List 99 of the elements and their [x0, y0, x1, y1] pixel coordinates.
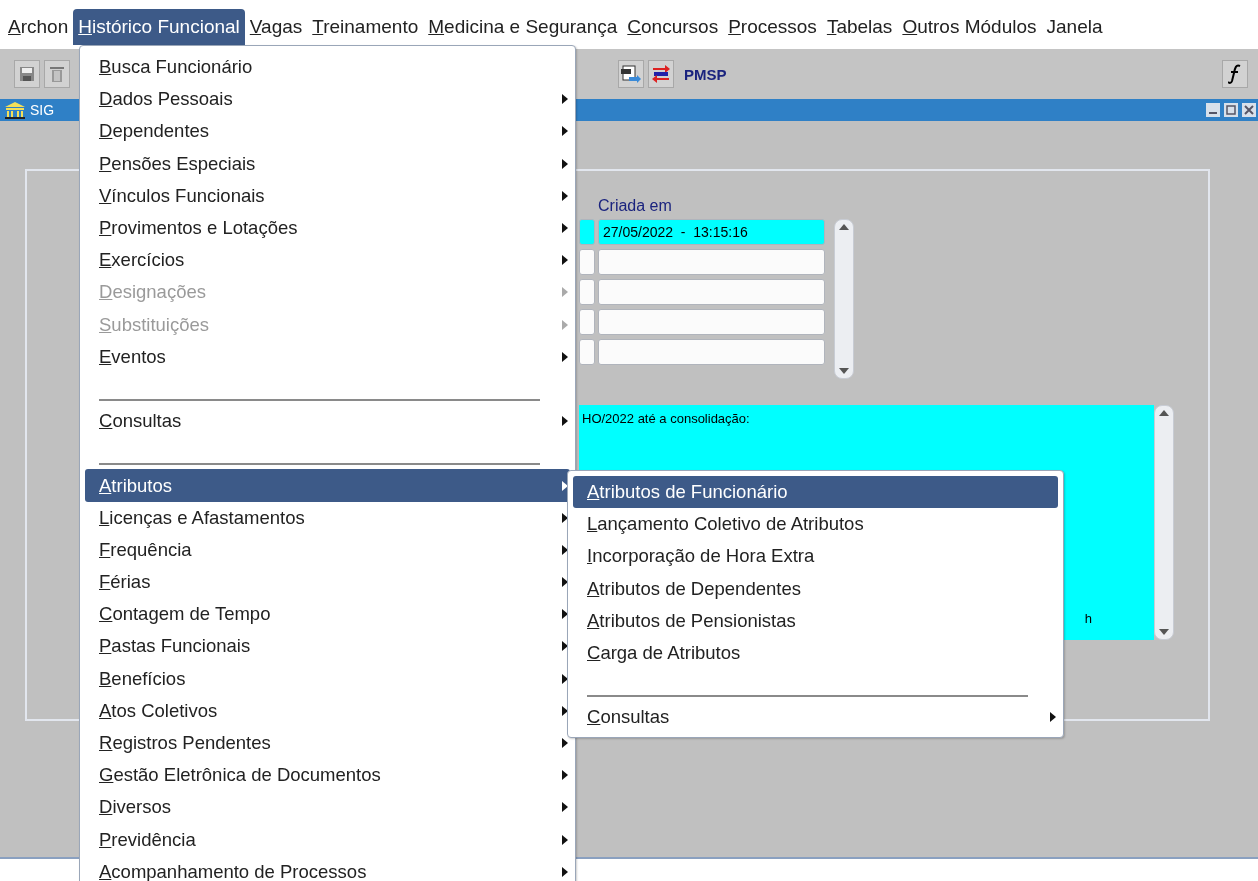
- submenu-arrow-icon: [562, 770, 568, 781]
- menu-item[interactable]: Frequência: [85, 533, 570, 566]
- exchange-arrows-icon: [651, 64, 671, 84]
- minimize-icon: [1209, 112, 1217, 114]
- input-field[interactable]: [579, 309, 595, 335]
- menu-item[interactable]: Pensões Especiais: [85, 147, 570, 180]
- menubar-item[interactable]: Treinamento: [307, 9, 424, 45]
- delete-button[interactable]: [44, 60, 70, 88]
- submenu-arrow-icon: [562, 416, 568, 427]
- text-line: h: [1084, 611, 1093, 626]
- submenu-arrow-icon: [562, 834, 568, 845]
- submenu-arrow-icon: [562, 351, 568, 362]
- submenu-arrow-icon: [562, 609, 568, 620]
- building-icon: [4, 101, 26, 119]
- submenu-arrow-icon: [562, 94, 568, 105]
- submenu-arrow-icon: [562, 158, 568, 169]
- menu-item[interactable]: Pastas Funcionais: [85, 630, 570, 663]
- menu-item[interactable]: Eventos: [85, 340, 570, 373]
- menu-item[interactable]: Registros Pendentes: [85, 726, 570, 760]
- function-button[interactable]: [1222, 60, 1248, 88]
- input-field[interactable]: [598, 309, 825, 335]
- window-title: SIG: [30, 102, 55, 118]
- submenu-arrow-icon: [562, 866, 568, 877]
- down-arrow-icon[interactable]: [839, 368, 849, 374]
- maximize-icon: [1226, 105, 1236, 115]
- submenu-arrow-icon: [562, 738, 568, 749]
- up-arrow-icon[interactable]: [839, 224, 849, 230]
- text-line: HO/2022 até a consolidação:: [582, 411, 750, 426]
- submenu-arrow-icon: [562, 255, 568, 266]
- submenu-arrow-icon: [562, 126, 568, 137]
- submenu-arrow-icon: [562, 319, 568, 330]
- input-field[interactable]: [579, 279, 595, 305]
- menu-item[interactable]: Consultas: [573, 701, 1058, 734]
- trash-icon: [50, 66, 64, 82]
- submenu-arrow-icon: [1050, 712, 1056, 723]
- close-icon: [1244, 105, 1254, 115]
- submenu-arrow-icon: [562, 705, 568, 716]
- menu-item[interactable]: Provimentos e Lotações: [85, 211, 570, 245]
- menu-item[interactable]: Diversos: [85, 791, 570, 824]
- menu-item[interactable]: Lançamento Coletivo de Atributos: [573, 508, 1058, 541]
- menu-item[interactable]: Busca Funcionário: [85, 51, 570, 84]
- submenu-arrow-icon: [562, 577, 568, 588]
- menu-item[interactable]: Licenças e Afastamentos: [85, 501, 570, 534]
- menu-item[interactable]: Carga de Atributos: [573, 636, 1058, 670]
- menu-item[interactable]: Férias: [85, 566, 570, 599]
- menu-item[interactable]: Acompanhamento de Processos: [85, 855, 570, 881]
- menu-item[interactable]: Dependentes: [85, 115, 570, 148]
- input-field[interactable]: [579, 249, 595, 275]
- submenu-arrow-icon: [562, 287, 568, 298]
- up-arrow-icon[interactable]: [1159, 410, 1169, 416]
- scrollbar[interactable]: [834, 219, 854, 379]
- submenu-arrow-icon: [562, 544, 568, 555]
- menu-item[interactable]: Previdência: [85, 823, 570, 856]
- menubar-item[interactable]: Medicina e Segurança: [423, 9, 623, 45]
- menu-item[interactable]: Benefícios: [85, 662, 570, 695]
- brand-label: PMSP: [684, 65, 727, 83]
- input-field[interactable]: [598, 279, 825, 305]
- menu-item[interactable]: Gestão Eletrônica de Documentos: [85, 759, 570, 792]
- menubar-item[interactable]: Janela: [1041, 9, 1108, 45]
- submenu-arrow-icon: [562, 673, 568, 684]
- input-field[interactable]: 27/05/2022 - 13:15:16: [598, 219, 825, 245]
- switch-button[interactable]: [648, 60, 674, 88]
- submenu-arrow-icon: [562, 641, 568, 652]
- menubar-item[interactable]: Tabelas: [821, 9, 898, 45]
- down-arrow-icon[interactable]: [1159, 629, 1169, 635]
- scrollbar[interactable]: [1154, 405, 1174, 640]
- menubar-item[interactable]: Outros Módulos: [897, 9, 1042, 45]
- close-button[interactable]: [1242, 103, 1256, 117]
- menubar-item[interactable]: Processos: [723, 9, 822, 45]
- export-button[interactable]: [618, 60, 644, 88]
- menu-item[interactable]: Atributos: [85, 469, 570, 502]
- menubar-item[interactable]: Histórico Funcional: [73, 9, 245, 45]
- submenu-arrow-icon: [562, 223, 568, 234]
- menubar-item[interactable]: Vagas: [244, 9, 308, 45]
- menubar-item[interactable]: Concursos: [622, 9, 724, 45]
- maximize-button[interactable]: [1224, 103, 1238, 117]
- menu-item[interactable]: Exercícios: [85, 244, 570, 277]
- submenu-arrow-icon: [562, 512, 568, 523]
- menu-item[interactable]: Atributos de Funcionário: [573, 476, 1058, 509]
- menu-item[interactable]: Consultas: [85, 405, 570, 438]
- submenu-arrow-icon: [562, 802, 568, 813]
- menu-item[interactable]: Vínculos Funcionais: [85, 179, 570, 212]
- menu-item[interactable]: Atos Coletivos: [85, 694, 570, 727]
- input-field[interactable]: [579, 339, 595, 365]
- menubar-item[interactable]: Archon: [3, 9, 74, 45]
- input-field[interactable]: [598, 339, 825, 365]
- document-arrow-icon: [621, 65, 641, 83]
- column-label: Criada em: [598, 197, 673, 216]
- input-field[interactable]: [579, 219, 595, 245]
- minimize-button[interactable]: [1206, 103, 1220, 117]
- function-icon: [1228, 64, 1242, 84]
- input-field[interactable]: [598, 249, 825, 275]
- menu-item[interactable]: Incorporação de Hora Extra: [573, 540, 1058, 573]
- menu-item[interactable]: Contagem de Tempo: [85, 598, 570, 631]
- menu-item[interactable]: Dados Pessoais: [85, 83, 570, 116]
- menu-item[interactable]: Atributos de Pensionistas: [573, 604, 1058, 637]
- save-button[interactable]: [14, 60, 40, 88]
- menu-item[interactable]: Atributos de Dependentes: [573, 572, 1058, 605]
- submenu-arrow-icon: [562, 190, 568, 201]
